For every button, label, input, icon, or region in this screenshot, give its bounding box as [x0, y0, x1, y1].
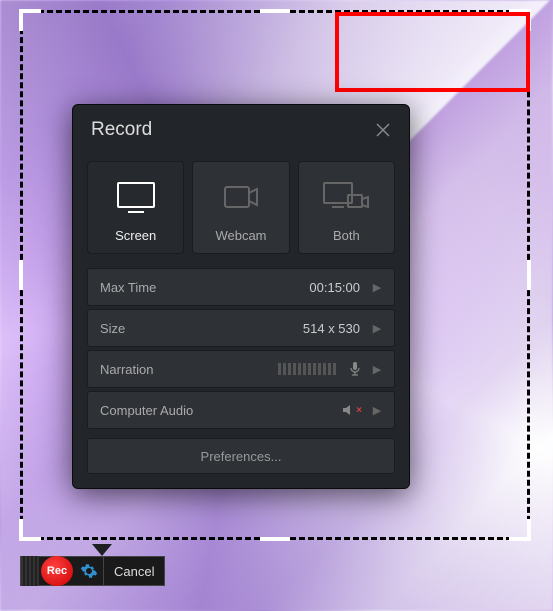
- computer-audio-label: Computer Audio: [100, 403, 336, 418]
- webcam-icon: [217, 177, 265, 217]
- mode-both-label: Both: [333, 228, 360, 243]
- mode-webcam[interactable]: Webcam: [192, 161, 289, 254]
- preferences-button[interactable]: Preferences...: [87, 438, 395, 474]
- size-value: 514 x 530: [303, 321, 368, 336]
- microphone-icon: [348, 361, 362, 377]
- setting-max-time[interactable]: Max Time 00:15:00 ▶: [87, 268, 395, 306]
- settings-button[interactable]: [75, 556, 103, 586]
- setting-computer-audio[interactable]: Computer Audio × ▶: [87, 391, 395, 429]
- chevron-right-icon: ▶: [368, 363, 386, 376]
- gear-icon: [80, 562, 98, 580]
- chevron-right-icon: ▶: [368, 322, 386, 335]
- mute-x-icon: ×: [356, 405, 362, 416]
- close-button[interactable]: [373, 120, 393, 140]
- drag-handle[interactable]: [21, 556, 39, 586]
- capture-toolbar: Rec Cancel: [20, 556, 165, 586]
- setting-size[interactable]: Size 514 x 530 ▶: [87, 309, 395, 347]
- record-panel: Record Screen Webcam: [72, 104, 410, 489]
- panel-title: Record: [91, 119, 152, 141]
- audio-level-meter: [278, 363, 342, 375]
- monitor-icon: [112, 177, 160, 217]
- cancel-label: Cancel: [114, 564, 154, 579]
- narration-label: Narration: [100, 362, 278, 377]
- annotation-highlight: [335, 12, 530, 92]
- microphone-button[interactable]: [342, 361, 368, 377]
- mode-screen-label: Screen: [115, 228, 156, 243]
- close-icon: [375, 122, 391, 138]
- size-label: Size: [100, 321, 303, 336]
- mode-both[interactable]: Both: [298, 161, 395, 254]
- both-icon: [320, 177, 372, 217]
- preferences-label: Preferences...: [201, 449, 282, 464]
- cancel-button[interactable]: Cancel: [103, 556, 164, 586]
- max-time-label: Max Time: [100, 280, 309, 295]
- speaker-mute-button[interactable]: ×: [336, 403, 368, 417]
- mode-webcam-label: Webcam: [215, 228, 266, 243]
- max-time-value: 00:15:00: [309, 280, 368, 295]
- mode-screen[interactable]: Screen: [87, 161, 184, 254]
- chevron-right-icon: ▶: [368, 404, 386, 417]
- chevron-right-icon: ▶: [368, 281, 386, 294]
- setting-narration[interactable]: Narration ▶: [87, 350, 395, 388]
- popover-arrow: [92, 544, 112, 556]
- record-label: Rec: [47, 565, 67, 577]
- record-button[interactable]: Rec: [41, 556, 73, 586]
